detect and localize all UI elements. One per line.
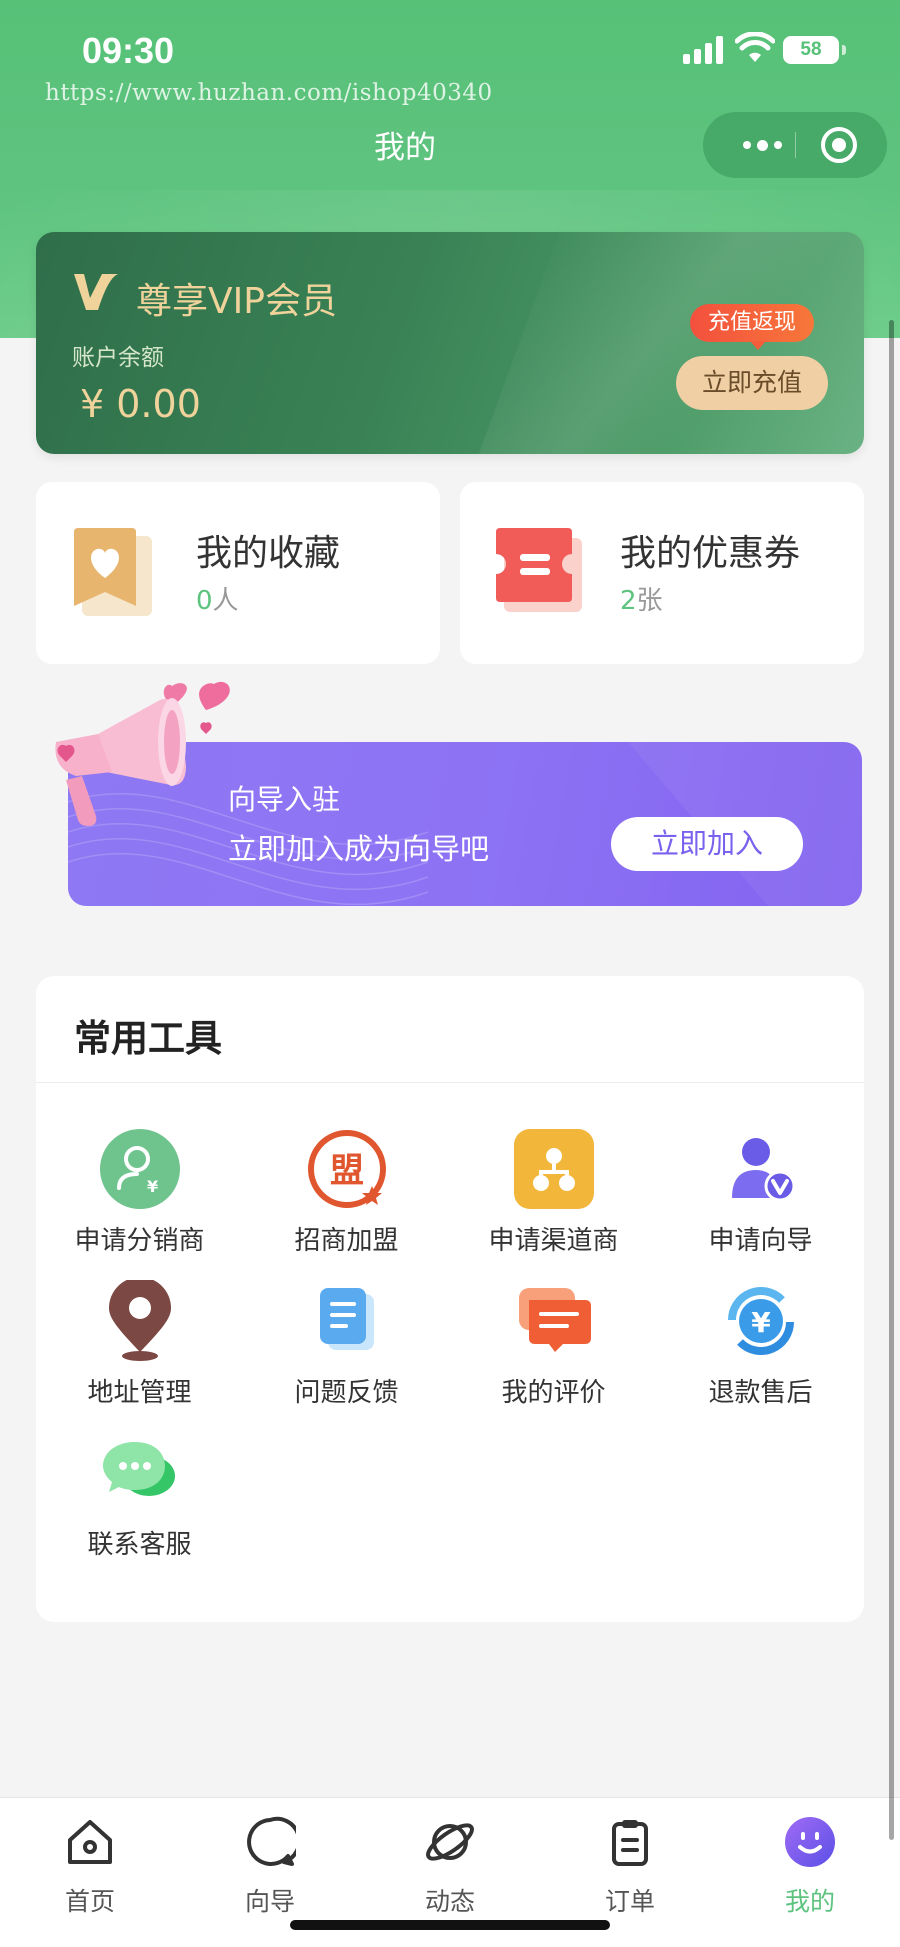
profile-face-icon xyxy=(785,1817,835,1867)
tab-guide[interactable]: 向导 xyxy=(180,1798,360,1928)
planet-icon xyxy=(426,1823,474,1861)
coupons-title: 我的优惠券 xyxy=(620,533,801,574)
coupons-count: 2张 xyxy=(620,586,663,616)
favorites-heart-icon xyxy=(74,528,152,616)
tool-refund[interactable]: ¥ 退款售后 xyxy=(657,1280,864,1420)
battery-icon: 58 xyxy=(783,36,846,64)
tab-label: 向导 xyxy=(244,1887,295,1916)
close-target-button[interactable] xyxy=(821,127,857,163)
favorites-title: 我的收藏 xyxy=(196,533,341,574)
balance-value: ¥ 0.00 xyxy=(80,382,201,426)
megaphone-icon xyxy=(55,681,230,826)
coupon-ticket-icon xyxy=(496,528,582,612)
tool-apply-guide[interactable]: 申请向导 xyxy=(657,1128,864,1268)
tool-label: 申请分销商 xyxy=(74,1226,205,1256)
vip-card: 尊享VIP会员 账户余额 ¥ 0.00 充值返现 立即充值 xyxy=(36,232,864,454)
vip-title: 尊享VIP会员 xyxy=(136,281,337,322)
tool-apply-distributor[interactable]: ¥ 申请分销商 xyxy=(36,1128,243,1268)
tool-my-reviews[interactable]: 我的评价 xyxy=(450,1280,657,1420)
tool-label: 我的评价 xyxy=(501,1378,606,1408)
tool-label: 申请渠道商 xyxy=(488,1226,619,1256)
home-icon xyxy=(68,1820,112,1864)
clipboard-icon xyxy=(612,1820,648,1866)
tab-moments[interactable]: 动态 xyxy=(360,1798,540,1928)
svg-text:¥: ¥ xyxy=(751,1306,771,1339)
tool-label: 地址管理 xyxy=(87,1378,192,1408)
tab-label: 订单 xyxy=(604,1887,655,1916)
balance-label: 账户余额 xyxy=(72,345,164,371)
home-indicator xyxy=(290,1920,610,1930)
battery-level: 58 xyxy=(800,39,822,60)
mini-program-capsule xyxy=(703,112,887,178)
feedback-doc-icon xyxy=(320,1288,374,1350)
tools-title: 常用工具 xyxy=(74,1017,222,1060)
svg-text:¥: ¥ xyxy=(147,1177,158,1196)
tab-label: 动态 xyxy=(424,1887,475,1916)
tool-label: 退款售后 xyxy=(708,1378,813,1408)
vip-v-logo-icon xyxy=(74,274,118,310)
guide-apply-icon xyxy=(732,1138,796,1202)
guide-chat-icon xyxy=(247,1816,296,1866)
review-chat-icon xyxy=(519,1288,591,1352)
cashback-badge: 充值返现 xyxy=(690,304,815,350)
tool-feedback[interactable]: 问题反馈 xyxy=(243,1280,450,1420)
tab-home[interactable]: 首页 xyxy=(0,1798,180,1928)
distributor-icon: ¥ xyxy=(100,1129,180,1209)
common-tools-card: 常用工具 ¥ 申请分销商 盟 招商加盟 申请渠道商 申请向导 地址管理 问题反馈… xyxy=(36,976,864,1622)
tool-address-management[interactable]: 地址管理 xyxy=(36,1280,243,1420)
favorites-card[interactable]: 我的收藏 0人 xyxy=(36,482,440,664)
join-now-button[interactable]: 立即加入 xyxy=(611,817,803,871)
page-title: 我的 xyxy=(374,130,436,166)
scrollbar[interactable] xyxy=(889,320,894,1840)
location-pin-icon xyxy=(109,1280,171,1361)
tool-label: 招商加盟 xyxy=(294,1226,399,1256)
refund-icon: ¥ xyxy=(728,1287,794,1355)
status-time: 09:30 xyxy=(82,30,175,71)
guide-banner-subtitle: 立即加入成为向导吧 xyxy=(228,832,490,866)
svg-text:盟: 盟 xyxy=(330,1151,364,1191)
tool-contact-service[interactable]: 联系客服 xyxy=(36,1432,243,1572)
tool-franchise[interactable]: 盟 招商加盟 xyxy=(243,1128,450,1268)
franchise-icon: 盟 xyxy=(308,1130,386,1208)
customer-service-icon xyxy=(103,1442,175,1496)
channel-icon xyxy=(514,1129,594,1209)
watermark-url: https://www.huzhan.com/ishop40340 xyxy=(45,80,493,106)
recharge-button[interactable]: 立即充值 xyxy=(676,356,828,410)
tool-apply-channel[interactable]: 申请渠道商 xyxy=(450,1128,657,1268)
more-menu-button[interactable] xyxy=(731,112,793,178)
wifi-icon xyxy=(735,32,775,62)
tool-label: 问题反馈 xyxy=(294,1378,399,1408)
tab-mine[interactable]: 我的 xyxy=(720,1798,900,1928)
coupons-card[interactable]: 我的优惠券 2张 xyxy=(460,482,864,664)
tab-orders[interactable]: 订单 xyxy=(540,1798,720,1928)
tool-label: 联系客服 xyxy=(87,1530,192,1560)
favorites-count: 0人 xyxy=(196,586,239,616)
tool-label: 申请向导 xyxy=(708,1226,813,1256)
tools-divider xyxy=(36,1082,864,1083)
tab-label: 首页 xyxy=(64,1887,115,1916)
signal-icon xyxy=(683,36,725,64)
tab-label: 我的 xyxy=(784,1887,835,1916)
capsule-divider xyxy=(795,132,796,158)
